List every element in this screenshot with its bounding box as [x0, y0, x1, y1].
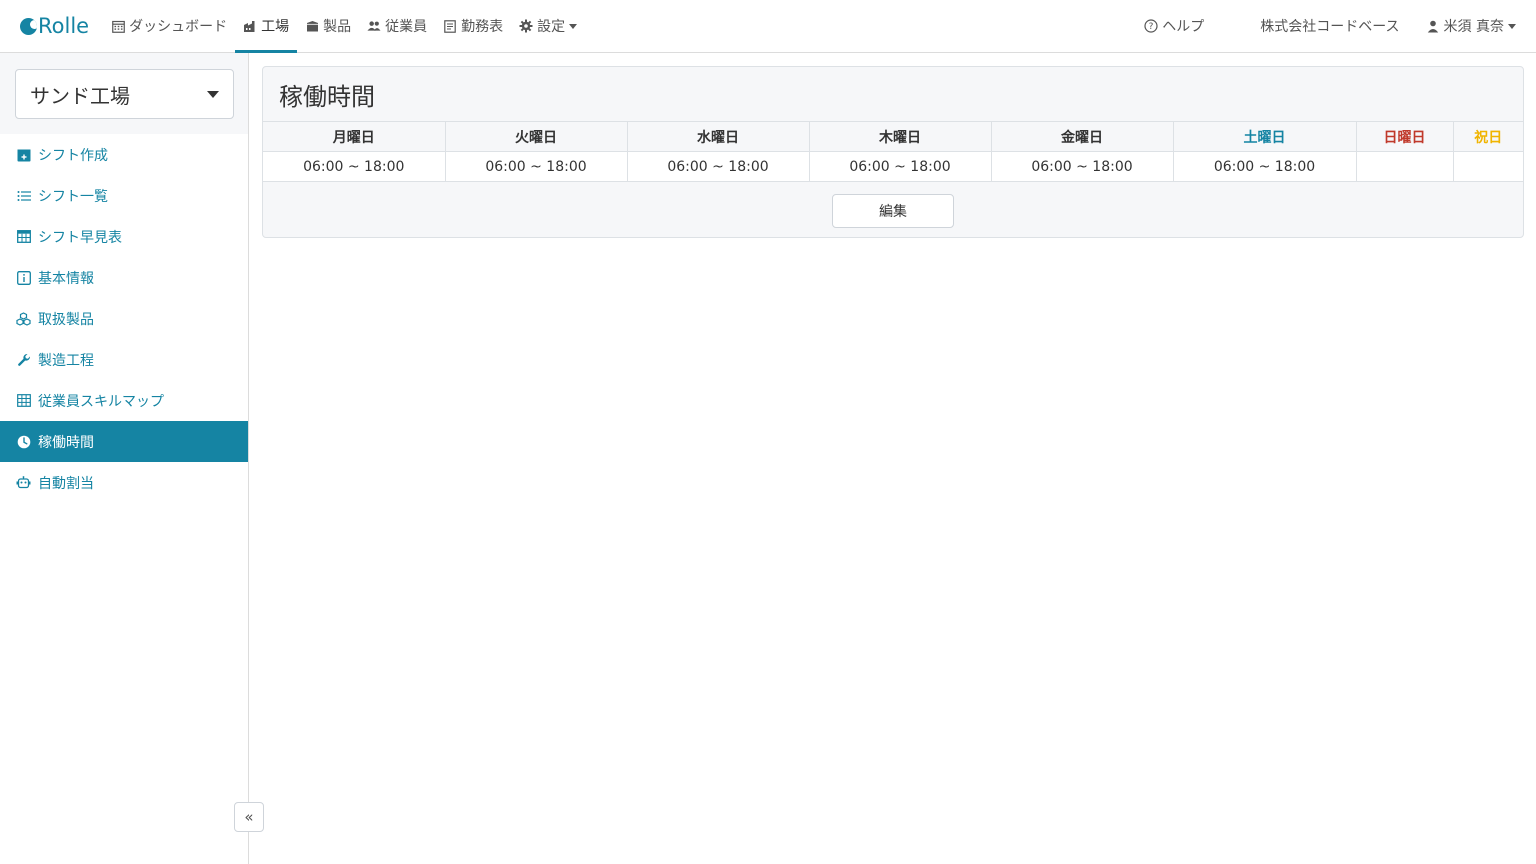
nav-right: ? ヘルプ 株式会社コードベース 米須 真奈 [1144, 0, 1516, 53]
chevron-down-icon [569, 23, 578, 29]
svg-text:?: ? [1149, 22, 1154, 32]
sidebar-item-shift-chart[interactable]: シフト早見表 [0, 216, 248, 257]
box-icon [305, 19, 319, 33]
top-navbar: Rolle ダッシュボード 工場 製品 従業員 勤務表 設定 ? ヘルプ 株式会… [0, 0, 1536, 53]
company-name[interactable]: 株式会社コードベース [1260, 16, 1399, 36]
hours-friday: 06:00 ~ 18:00 [991, 151, 1174, 182]
sidebar-item-operating-hours[interactable]: 稼働時間 [0, 421, 248, 462]
main-nav: ダッシュボード 工場 製品 従業員 勤務表 設定 [103, 0, 585, 53]
hours-monday: 06:00 ~ 18:00 [263, 151, 446, 182]
header-saturday: 土曜日 [1173, 121, 1357, 152]
double-chevron-left-icon: « [244, 808, 254, 826]
calendar-plus-icon [16, 147, 31, 162]
user-icon [1426, 19, 1440, 33]
robot-icon [16, 475, 31, 490]
people-icon [367, 19, 381, 33]
nav-products[interactable]: 製品 [297, 0, 359, 53]
table-header-row: 月曜日 火曜日 水曜日 木曜日 金曜日 土曜日 日曜日 祝日 [263, 121, 1523, 152]
help-link[interactable]: ? ヘルプ [1144, 16, 1204, 36]
calendar-icon [111, 19, 125, 33]
header-thursday: 木曜日 [809, 121, 992, 152]
sidebar-item-skill-map[interactable]: 従業員スキルマップ [0, 380, 248, 421]
hours-holiday [1453, 151, 1523, 182]
factory-select[interactable]: サンド工場 [15, 69, 234, 119]
header-monday: 月曜日 [263, 121, 446, 152]
nav-timesheet[interactable]: 勤務表 [435, 0, 511, 53]
nav-settings-label: 設定 [537, 19, 566, 35]
sidebar-item-auto-assign[interactable]: 自動割当 [0, 462, 248, 503]
nav-settings[interactable]: 設定 [511, 0, 585, 53]
table-icon [16, 229, 31, 244]
nav-timesheet-label: 勤務表 [461, 19, 504, 35]
sidebar-item-processes[interactable]: 製造工程 [0, 339, 248, 380]
gear-icon [519, 19, 533, 33]
sidebar-collapse-button[interactable]: « [234, 802, 264, 832]
header-holiday: 祝日 [1453, 121, 1523, 152]
chevron-down-icon [1508, 23, 1516, 29]
wrench-icon [16, 352, 31, 367]
header-wednesday: 水曜日 [627, 121, 810, 152]
nav-employees-label: 従業員 [385, 19, 428, 35]
factory-select-value: サンド工場 [30, 83, 130, 108]
sidebar-item-shift-create[interactable]: シフト作成 [0, 134, 248, 175]
nav-dashboard[interactable]: ダッシュボード [103, 0, 235, 53]
hours-sunday [1356, 151, 1454, 182]
sidebar: サンド工場 シフト作成 シフト一覧 シフト早見表 基本情報 取扱製品 製造工程 … [0, 53, 249, 864]
chevron-down-icon [207, 90, 219, 98]
brand-name: Rolle [38, 14, 90, 38]
nav-products-label: 製品 [323, 19, 352, 35]
grid-icon [16, 393, 31, 408]
hours-thursday: 06:00 ~ 18:00 [809, 151, 992, 182]
info-icon [16, 270, 31, 285]
header-friday: 金曜日 [991, 121, 1174, 152]
clock-icon [16, 434, 31, 449]
question-circle-icon: ? [1144, 19, 1158, 33]
hours-wednesday: 06:00 ~ 18:00 [627, 151, 810, 182]
brand-logo[interactable]: Rolle [20, 0, 89, 53]
operating-hours-table: 月曜日 火曜日 水曜日 木曜日 金曜日 土曜日 日曜日 祝日 06:00 ~ 1… [263, 121, 1523, 182]
edit-button[interactable]: 編集 [832, 193, 954, 228]
sidebar-item-products[interactable]: 取扱製品 [0, 298, 248, 339]
header-sunday: 日曜日 [1356, 121, 1454, 152]
edit-row: 編集 [263, 182, 1523, 239]
help-label: ヘルプ [1162, 19, 1205, 35]
nav-employees[interactable]: 従業員 [359, 0, 435, 53]
sidebar-item-shift-list[interactable]: シフト一覧 [0, 175, 248, 216]
page-title: 稼働時間 [279, 82, 375, 111]
sidebar-menu: シフト作成 シフト一覧 シフト早見表 基本情報 取扱製品 製造工程 従業員スキル… [0, 134, 248, 503]
logo-icon [20, 17, 37, 35]
hours-tuesday: 06:00 ~ 18:00 [445, 151, 628, 182]
document-icon [443, 19, 457, 33]
factory-icon [243, 19, 257, 33]
user-menu[interactable]: 米須 真奈 [1426, 16, 1516, 36]
operating-hours-card: 稼働時間 月曜日 火曜日 水曜日 木曜日 金曜日 土曜日 日曜日 祝日 06:0… [262, 66, 1524, 238]
list-icon [16, 188, 31, 203]
factory-selector-wrap: サンド工場 [0, 53, 248, 134]
nav-factory[interactable]: 工場 [235, 0, 298, 53]
table-row: 06:00 ~ 18:00 06:00 ~ 18:00 06:00 ~ 18:0… [263, 151, 1523, 182]
nav-factory-label: 工場 [261, 19, 290, 35]
user-name: 米須 真奈 [1443, 19, 1504, 35]
header-tuesday: 火曜日 [445, 121, 628, 152]
nav-dashboard-label: ダッシュボード [129, 19, 228, 35]
sidebar-item-basic-info[interactable]: 基本情報 [0, 257, 248, 298]
hours-saturday: 06:00 ~ 18:00 [1173, 151, 1357, 182]
boxes-icon [16, 311, 31, 326]
